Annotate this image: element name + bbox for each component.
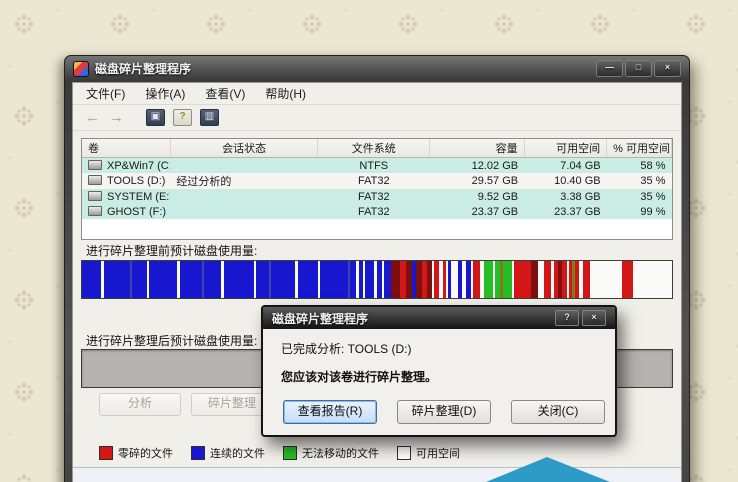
window-title: 磁盘碎片整理程序 bbox=[95, 60, 191, 77]
defragment-now-button[interactable]: 碎片整理(D) bbox=[397, 400, 491, 424]
pointer-triangle bbox=[486, 457, 610, 482]
disk-segment bbox=[484, 261, 493, 298]
disk-segment bbox=[256, 261, 269, 298]
drive-icon bbox=[88, 191, 102, 201]
toolbar: ← → ▣? ▥ bbox=[73, 105, 681, 131]
disk-segment bbox=[204, 261, 221, 298]
analysis-complete-dialog: 磁盘碎片整理程序 ? × 已完成分析: TOOLS (D:) 您应该对该卷进行碎… bbox=[261, 305, 617, 437]
drive-icon bbox=[88, 206, 102, 216]
disk-segment bbox=[503, 261, 512, 298]
table-row[interactable]: XP&Win7 (C:)NTFS12.02 GB7.04 GB58 % bbox=[82, 158, 672, 174]
analyze-button[interactable]: 分析 bbox=[99, 393, 181, 416]
window-titlebar[interactable]: 磁盘碎片整理程序 —□× bbox=[65, 56, 689, 81]
legend-item: 连续的文件 bbox=[191, 445, 265, 461]
panel-window-icon[interactable]: ▥ bbox=[200, 109, 219, 126]
toolbar-icons: ▣? ▥ bbox=[146, 109, 219, 126]
disk-segment bbox=[391, 261, 400, 298]
legend-swatch bbox=[397, 446, 411, 460]
usage-after-label: 进行碎片整理后预计磁盘使用量: bbox=[86, 332, 257, 349]
desktop-background: 磁盘碎片整理程序 —□× 文件(F)操作(A)查看(V)帮助(H) ← → ▣?… bbox=[0, 0, 738, 482]
usage-bar-before bbox=[81, 260, 673, 299]
disk-segment bbox=[590, 261, 622, 298]
volume-table-head-row: 卷会话状态文件系统容量可用空间% 可用空间 bbox=[82, 139, 672, 158]
dialog-controls: ? × bbox=[555, 310, 606, 326]
minimize-button[interactable]: — bbox=[596, 60, 623, 77]
back-arrow-icon[interactable]: ← bbox=[85, 110, 100, 125]
disk-segment bbox=[271, 261, 295, 298]
legend-swatch bbox=[283, 446, 297, 460]
column-header[interactable]: % 可用空间 bbox=[607, 139, 672, 158]
legend-item: 无法移动的文件 bbox=[283, 445, 379, 461]
disk-segment bbox=[320, 261, 348, 298]
dialog-body: 已完成分析: TOOLS (D:) 您应该对该卷进行碎片整理。 bbox=[263, 329, 615, 385]
window-content: 文件(F) 操作(A) 查看(V) 帮助(H) ← → ▣? ▥ 卷会话状态文件系统容量… bbox=[72, 82, 682, 482]
legend: 零碎的文件 连续的文件 无法移动的文件 可用空间 bbox=[99, 445, 460, 461]
menu-item-3[interactable]: 帮助(H) bbox=[258, 83, 313, 104]
dialog-buttons: 查看报告(R) 碎片整理(D) 关闭(C) bbox=[263, 385, 615, 424]
analysis-result-text: 已完成分析: TOOLS (D:) bbox=[281, 340, 597, 357]
legend-swatch bbox=[99, 446, 113, 460]
disk-segment bbox=[180, 261, 202, 298]
dialog-title: 磁盘碎片整理程序 bbox=[272, 310, 368, 327]
table-row[interactable]: GHOST (F:)FAT3223.37 GB23.37 GB99 % bbox=[82, 204, 672, 219]
close-button[interactable]: × bbox=[654, 60, 681, 77]
menu-item-0[interactable]: 文件(F) bbox=[79, 83, 132, 104]
recommendation-text: 您应该对该卷进行碎片整理。 bbox=[281, 368, 597, 385]
table-row[interactable]: SYSTEM (E:)FAT329.52 GB3.38 GB35 % bbox=[82, 189, 672, 204]
disk-segment bbox=[149, 261, 177, 298]
legend-item: 零碎的文件 bbox=[99, 445, 173, 461]
disk-segment bbox=[104, 261, 130, 298]
defrag-app-icon bbox=[73, 61, 89, 77]
close-dialog-button[interactable]: 关闭(C) bbox=[511, 400, 605, 424]
column-header[interactable]: 容量 bbox=[430, 139, 524, 158]
menu-bar: 文件(F) 操作(A) 查看(V) 帮助(H) bbox=[73, 83, 681, 105]
dialog-titlebar[interactable]: 磁盘碎片整理程序 ? × bbox=[263, 307, 615, 329]
dialog-close-icon[interactable]: × bbox=[582, 310, 606, 326]
disk-segment bbox=[298, 261, 317, 298]
column-header[interactable]: 卷 bbox=[82, 139, 170, 158]
view-report-button[interactable]: 查看报告(R) bbox=[283, 400, 377, 424]
window-controls: —□× bbox=[596, 60, 681, 77]
table-row[interactable]: TOOLS (D:)经过分析的FAT3229.57 GB10.40 GB35 % bbox=[82, 173, 672, 189]
column-header[interactable]: 可用空间 bbox=[524, 139, 607, 158]
console-window-icon[interactable]: ▣ bbox=[146, 109, 165, 126]
dialog-help-button[interactable]: ? bbox=[555, 310, 579, 326]
column-header[interactable]: 会话状态 bbox=[170, 139, 317, 158]
disk-segment bbox=[224, 261, 254, 298]
volume-list: 卷会话状态文件系统容量可用空间% 可用空间 XP&Win7 (C:)NTFS12… bbox=[81, 138, 673, 240]
forward-arrow-icon[interactable]: → bbox=[109, 110, 124, 125]
menu-item-1[interactable]: 操作(A) bbox=[138, 83, 192, 104]
drive-icon bbox=[88, 175, 102, 185]
legend-swatch bbox=[191, 446, 205, 460]
disk-segment bbox=[514, 261, 531, 298]
disk-segment bbox=[622, 261, 633, 298]
legend-item: 可用空间 bbox=[397, 445, 460, 461]
disk-segment bbox=[365, 261, 374, 298]
action-buttons: 分析 碎片整理 bbox=[99, 393, 273, 416]
help-document-icon[interactable]: ? bbox=[173, 109, 192, 126]
disk-segment bbox=[132, 261, 147, 298]
disk-segment bbox=[633, 261, 672, 298]
usage-before-label: 进行碎片整理前预计磁盘使用量: bbox=[86, 242, 257, 259]
column-header[interactable]: 文件系统 bbox=[318, 139, 430, 158]
defrag-window: 磁盘碎片整理程序 —□× 文件(F)操作(A)查看(V)帮助(H) ← → ▣?… bbox=[64, 55, 690, 482]
disk-segment bbox=[82, 261, 101, 298]
drive-icon bbox=[88, 160, 102, 170]
menu-item-2[interactable]: 查看(V) bbox=[198, 83, 252, 104]
maximize-button[interactable]: □ bbox=[625, 60, 652, 77]
